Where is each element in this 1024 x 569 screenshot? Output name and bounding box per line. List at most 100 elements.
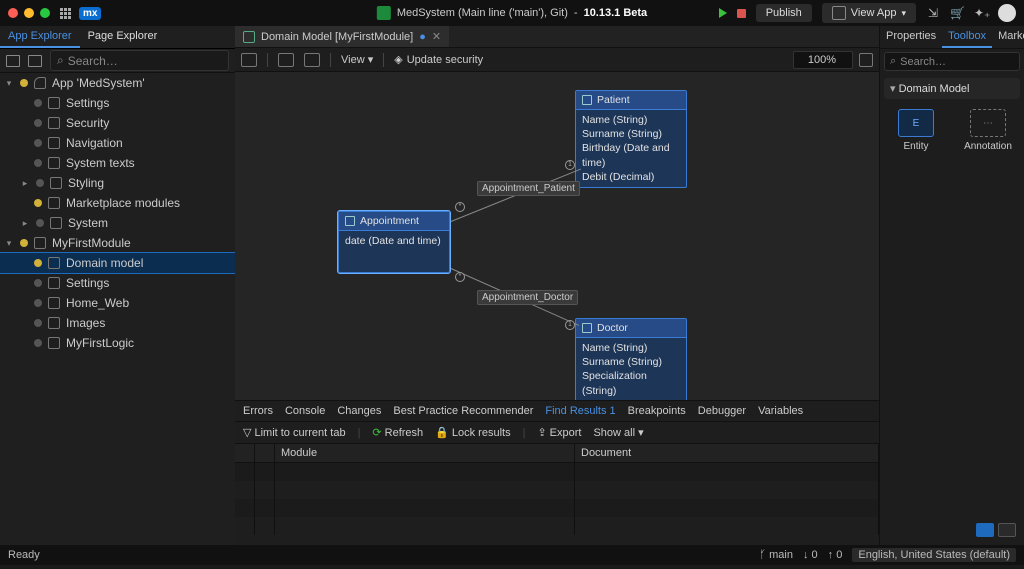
filter-icon: ▽ <box>243 426 251 439</box>
tab-errors[interactable]: Errors <box>243 405 273 417</box>
monitor-icon <box>832 6 846 20</box>
stop-button[interactable] <box>737 9 746 18</box>
ai-sparkle-icon[interactable]: ✦₊ <box>974 6 988 20</box>
assoc-endpoint-icon[interactable]: 1 <box>565 160 575 170</box>
association-label[interactable]: Appointment_Doctor <box>477 290 578 305</box>
shield-icon <box>394 54 406 66</box>
tree-styling[interactable]: ▸Styling <box>0 173 235 193</box>
collapse-icon[interactable] <box>6 55 20 67</box>
domain-model-canvas[interactable]: Patient Name (String) Surname (String) B… <box>235 72 879 400</box>
tab-marketplace[interactable]: Marketpla <box>992 26 1024 48</box>
link-icon[interactable]: ⇲ <box>926 6 940 20</box>
editor-tabs: Domain Model [MyFirstModule] ● ✕ <box>235 26 879 48</box>
minimize-window-icon[interactable] <box>24 8 34 18</box>
app-grid-icon[interactable] <box>60 8 71 19</box>
show-all-menu[interactable]: Show all ▾ <box>593 426 643 439</box>
assoc-endpoint-icon[interactable]: * <box>455 202 465 212</box>
tree-home-web[interactable]: Home_Web <box>0 293 235 313</box>
tree-security[interactable]: Security <box>0 113 235 133</box>
shield-icon <box>48 117 60 129</box>
tree-system-texts[interactable]: System texts <box>0 153 235 173</box>
zoom-input[interactable] <box>793 51 853 69</box>
toolbox-section-header[interactable]: Domain Model <box>884 78 1020 99</box>
zoom-dropdown-icon[interactable] <box>859 53 873 67</box>
tree-root[interactable]: ▾App 'MedSystem' <box>0 73 235 93</box>
annotation-tool-icon[interactable] <box>304 53 320 67</box>
language-selector[interactable]: English, United States (default) <box>852 548 1016 562</box>
tree-myfirstmodule[interactable]: ▾MyFirstModule <box>0 233 235 253</box>
refresh-icon: ⟳ <box>372 426 381 439</box>
incoming-count[interactable]: ↓ 0 <box>803 549 818 561</box>
update-security-button[interactable]: Update security <box>394 53 483 66</box>
modified-dot-icon: ● <box>419 31 426 43</box>
cursor-tool-icon[interactable] <box>241 53 257 67</box>
refresh-button[interactable]: ⟳Refresh <box>372 426 423 439</box>
assoc-endpoint-icon[interactable]: 1 <box>565 320 575 330</box>
layout-grid-icon[interactable] <box>976 523 994 537</box>
tree-marketplace[interactable]: Marketplace modules <box>0 193 235 213</box>
tab-toolbox[interactable]: Toolbox <box>942 26 992 48</box>
editor-tab-domain-model[interactable]: Domain Model [MyFirstModule] ● ✕ <box>235 26 449 47</box>
right-panel: Properties Toolbox Marketpla ⌕Search… Do… <box>879 26 1024 545</box>
tab-variables[interactable]: Variables <box>758 405 803 417</box>
outgoing-count[interactable]: ↑ 0 <box>828 549 843 561</box>
tab-app-explorer[interactable]: App Explorer <box>0 26 80 48</box>
entity-tool-icon[interactable] <box>278 53 294 67</box>
tree-navigation[interactable]: Navigation <box>0 133 235 153</box>
tab-console[interactable]: Console <box>285 405 325 417</box>
expand-icon[interactable] <box>28 55 42 67</box>
tree-images[interactable]: Images <box>0 313 235 333</box>
limit-current-tab-toggle[interactable]: ▽Limit to current tab <box>243 426 346 439</box>
cart-icon <box>48 197 60 209</box>
search-icon: ⌕ <box>890 55 896 68</box>
tab-breakpoints[interactable]: Breakpoints <box>628 405 686 417</box>
compass-icon <box>48 137 60 149</box>
view-app-button[interactable]: View App ▾ <box>822 3 916 23</box>
results-grid[interactable]: Module Document <box>235 444 879 545</box>
tab-best-practice[interactable]: Best Practice Recommender <box>393 405 533 417</box>
entity-doctor[interactable]: Doctor Name (String) Surname (String) Sp… <box>575 318 687 400</box>
tree-domain-model[interactable]: Domain model <box>0 253 235 273</box>
view-menu[interactable]: View ▾ <box>341 53 373 66</box>
col-document[interactable]: Document <box>575 444 879 462</box>
col-module[interactable]: Module <box>275 444 575 462</box>
toolbox-search[interactable]: ⌕Search… <box>884 52 1020 71</box>
gear-icon <box>48 277 60 289</box>
tree-myfirstlogic[interactable]: MyFirstLogic <box>0 333 235 353</box>
tab-properties[interactable]: Properties <box>880 26 942 48</box>
maximize-window-icon[interactable] <box>40 8 50 18</box>
cart-icon[interactable]: 🛒 <box>950 6 964 20</box>
lock-results-button[interactable]: 🔒Lock results <box>435 426 510 439</box>
tab-changes[interactable]: Changes <box>337 405 381 417</box>
layout-toggle <box>976 523 1016 537</box>
gear-icon <box>48 97 60 109</box>
entity-patient[interactable]: Patient Name (String) Surname (String) B… <box>575 90 687 188</box>
publish-button[interactable]: Publish <box>756 4 812 22</box>
app-icon <box>34 77 46 89</box>
tab-debugger[interactable]: Debugger <box>698 405 746 417</box>
brush-icon <box>50 177 62 189</box>
cube-icon <box>50 217 62 229</box>
tab-page-explorer[interactable]: Page Explorer <box>80 26 166 48</box>
palette-entity[interactable]: EEntity <box>886 109 946 152</box>
palette-annotation[interactable]: ⋯Annotation <box>958 109 1018 152</box>
module-icon <box>34 237 46 249</box>
entity-appointment[interactable]: Appointment date (Date and time) <box>338 211 450 273</box>
branch-indicator[interactable]: main <box>759 549 793 561</box>
sidebar-search[interactable]: Search… <box>50 50 229 71</box>
text-icon <box>48 157 60 169</box>
tree-system[interactable]: ▸System <box>0 213 235 233</box>
tree-settings[interactable]: Settings <box>0 93 235 113</box>
tree-module-settings[interactable]: Settings <box>0 273 235 293</box>
association-label[interactable]: Appointment_Patient <box>477 181 580 196</box>
export-button[interactable]: ⇪Export <box>537 426 581 439</box>
user-avatar[interactable] <box>998 4 1016 22</box>
titlebar: mx MedSystem (Main line ('main'), Git) -… <box>0 0 1024 26</box>
assoc-endpoint-icon[interactable]: * <box>455 272 465 282</box>
sidebar-tabs: App Explorer Page Explorer <box>0 26 235 49</box>
run-button[interactable] <box>719 8 727 18</box>
close-tab-icon[interactable]: ✕ <box>432 30 441 43</box>
tab-find-results[interactable]: Find Results 1 <box>545 405 615 417</box>
layout-list-icon[interactable] <box>998 523 1016 537</box>
close-window-icon[interactable] <box>8 8 18 18</box>
